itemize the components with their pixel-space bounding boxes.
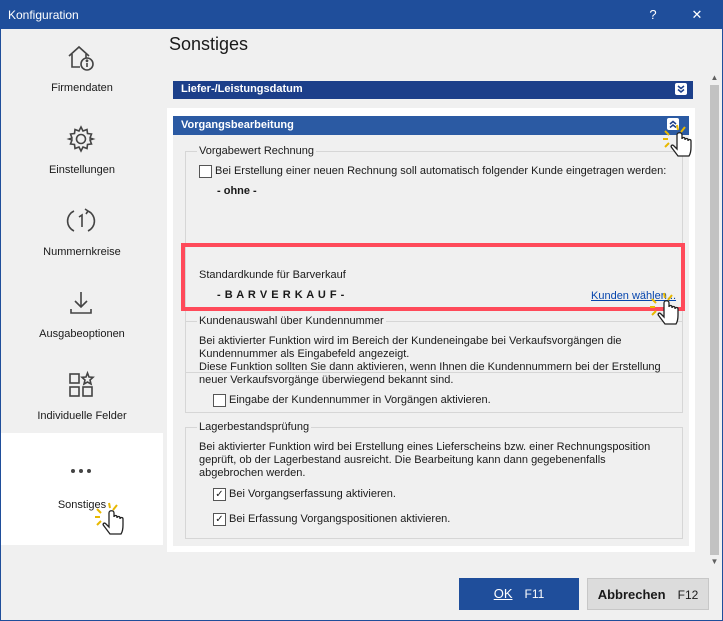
default-customer-value: - ohne - bbox=[217, 185, 257, 197]
sidebar-item-einstellungen[interactable]: Einstellungen bbox=[1, 111, 163, 193]
checkbox-customer-number[interactable] bbox=[213, 394, 226, 407]
number-cycle-icon bbox=[65, 205, 97, 237]
checkbox-label: Bei Erfassung Vorgangspositionen aktivie… bbox=[229, 513, 451, 525]
highlight-frame bbox=[181, 243, 685, 311]
section-header-vorgangsbearbeitung[interactable]: Vorgangsbearbeitung bbox=[173, 116, 689, 135]
sidebar-item-label: Einstellungen bbox=[48, 164, 116, 176]
sidebar-item-label: Individuelle Felder bbox=[37, 410, 127, 422]
description-line: Bei aktivierter Funktion wird im Bereich… bbox=[199, 335, 622, 347]
sidebar-item-nummernkreise[interactable]: Nummernkreise bbox=[1, 193, 163, 275]
hand-cursor-icon bbox=[95, 502, 124, 535]
description-line: abgebrochen werden. bbox=[199, 467, 306, 479]
description-line: neuer Verkaufsvorgänge überwiegend bekan… bbox=[199, 374, 454, 386]
checkbox-label: Bei Erstellung einer neuen Rechnung soll… bbox=[215, 165, 667, 177]
vertical-scrollbar[interactable]: ▲ ▼ bbox=[707, 69, 722, 569]
group-legend: Vorgabewert Rechnung bbox=[197, 145, 316, 157]
sidebar: Firmendaten Einstellungen Nummernkreise bbox=[1, 29, 163, 569]
sidebar-item-label: Firmendaten bbox=[51, 82, 113, 94]
download-icon bbox=[65, 287, 97, 319]
scroll-up-icon[interactable]: ▲ bbox=[707, 71, 722, 85]
sidebar-item-label: Ausgabeoptionen bbox=[39, 328, 125, 340]
section-header-liefer-leistungsdatum[interactable]: Liefer-/Leistungsdatum bbox=[173, 81, 693, 99]
section-title: Liefer-/Leistungsdatum bbox=[181, 83, 303, 95]
gear-icon bbox=[65, 123, 97, 155]
home-info-icon bbox=[65, 41, 97, 73]
cancel-button[interactable]: Abbrechen F12 bbox=[587, 578, 709, 610]
custom-fields-icon bbox=[65, 369, 97, 401]
ok-label: OK bbox=[493, 586, 513, 601]
expand-chevron-icon[interactable] bbox=[675, 83, 687, 95]
hand-cursor-icon bbox=[663, 124, 692, 157]
sidebar-item-firmendaten[interactable]: Firmendaten bbox=[1, 29, 163, 111]
cancel-label: Abbrechen bbox=[597, 587, 666, 602]
scroll-down-icon[interactable]: ▼ bbox=[707, 555, 722, 569]
ok-shortcut: F11 bbox=[524, 587, 545, 601]
cancel-shortcut: F12 bbox=[677, 588, 699, 602]
section-body: Vorgabewert Rechnung Bei Erstellung eine… bbox=[173, 135, 689, 546]
page-title: Sonstiges bbox=[169, 34, 249, 54]
help-button[interactable]: ? bbox=[631, 1, 675, 29]
close-button[interactable]: ✕ bbox=[675, 1, 719, 29]
checkbox-default-invoice[interactable] bbox=[199, 165, 212, 178]
description-line: geprüft, ob der Lagerbestand ausreicht. … bbox=[199, 454, 606, 466]
sidebar-item-label: Nummernkreise bbox=[43, 246, 121, 258]
group-legend: Kundenauswahl über Kundennummer bbox=[197, 315, 386, 327]
group-legend: Lagerbestandsprüfung bbox=[197, 421, 312, 433]
description-line: Kundennummer als Eingabefeld angezeigt. bbox=[199, 348, 410, 360]
scroll-thumb[interactable] bbox=[710, 85, 719, 555]
checkbox-label: Eingabe der Kundennummer in Vorgängen ak… bbox=[229, 394, 491, 406]
ok-button[interactable]: OK F11 bbox=[459, 578, 579, 610]
section-title: Vorgangsbearbeitung bbox=[181, 119, 294, 131]
description-line: Bei aktivierter Funktion wird bei Erstel… bbox=[199, 441, 651, 453]
sidebar-item-ausgabeoptionen[interactable]: Ausgabeoptionen bbox=[1, 275, 163, 357]
checkbox-stock-on-positions[interactable]: ✓ bbox=[213, 513, 226, 526]
sidebar-item-sonstiges[interactable]: Sonstiges bbox=[1, 433, 163, 545]
title-bar: Konfiguration ? ✕ bbox=[1, 1, 722, 29]
window-title: Konfiguration bbox=[8, 8, 79, 22]
hand-cursor-icon bbox=[650, 292, 679, 325]
sidebar-item-individuelle-felder[interactable]: Individuelle Felder bbox=[1, 357, 163, 439]
sidebar-item-label: Sonstiges bbox=[57, 499, 107, 511]
footer: OK F11 Abbrechen F12 bbox=[1, 569, 722, 620]
more-dots-icon bbox=[65, 455, 97, 487]
config-window: Konfiguration ? ✕ Firmendaten Einstellun… bbox=[0, 0, 723, 621]
description-line: Diese Funktion sollten Sie dann aktivier… bbox=[199, 361, 661, 373]
checkbox-stock-on-entry[interactable]: ✓ bbox=[213, 488, 226, 501]
checkbox-label: Bei Vorgangserfassung aktivieren. bbox=[229, 488, 396, 500]
